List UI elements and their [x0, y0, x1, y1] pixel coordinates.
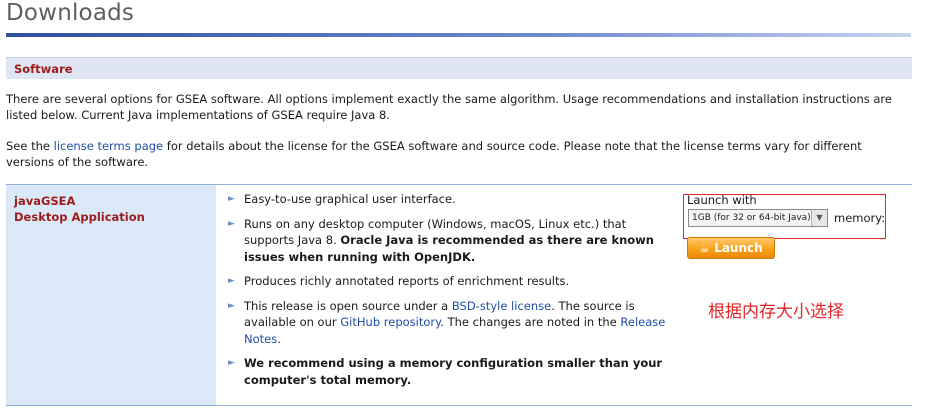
license-paragraph: See the license terms page for details a…	[6, 138, 912, 170]
section-header: Software	[6, 57, 912, 79]
launch-with-label: Launch with	[687, 193, 757, 207]
feature-text: .	[277, 331, 281, 346]
license-terms-link[interactable]: license terms page	[54, 139, 163, 153]
memory-select[interactable]: 1GB (for 32 or 64-bit Java) ▼	[688, 209, 828, 227]
github-repository-link[interactable]: GitHub repository	[340, 315, 440, 329]
chevron-down-icon[interactable]: ▼	[811, 210, 827, 226]
feature-list: ► Easy-to-use graphical user interface. …	[228, 191, 668, 396]
feature-bold-text: We recommend using a memory configuratio…	[244, 356, 663, 387]
launch-button[interactable]: ☕ Launch	[687, 237, 775, 259]
app-name-line2: Desktop Application	[14, 210, 145, 224]
triangle-bullet-icon: ►	[228, 300, 235, 311]
triangle-bullet-icon: ►	[228, 218, 235, 229]
list-item: ► We recommend using a memory configurat…	[228, 355, 668, 388]
intro-paragraph: There are several options for GSEA softw…	[6, 92, 892, 122]
app-name-line1: javaGSEA	[14, 194, 76, 208]
list-item: ► This release is open source under a BS…	[228, 298, 668, 348]
section-heading: Software	[14, 62, 73, 76]
list-item: ► Easy-to-use graphical user interface.	[228, 191, 668, 208]
launch-button-label: Launch	[714, 241, 763, 255]
app-name: javaGSEA Desktop Application	[14, 193, 145, 225]
java-cup-icon: ☕	[699, 242, 710, 255]
page-title: Downloads	[6, 0, 135, 26]
list-item: ► Produces richly annotated reports of e…	[228, 273, 668, 290]
bsd-license-link[interactable]: BSD-style license	[452, 299, 551, 313]
feature-text: This release is open source under a	[244, 298, 452, 313]
triangle-bullet-icon: ►	[228, 276, 235, 286]
title-rule	[6, 33, 911, 37]
license-prefix: See the	[6, 139, 54, 153]
app-cell: javaGSEA Desktop Application	[6, 185, 216, 405]
memory-label: memory:	[834, 211, 886, 225]
feature-text: . The changes are noted in the	[440, 315, 621, 329]
launch-options-highlight: Launch with 1GB (for 32 or 64-bit Java) …	[683, 193, 886, 239]
triangle-bullet-icon: ►	[228, 358, 235, 368]
feature-text: Produces richly annotated reports of enr…	[244, 274, 570, 288]
annotation-text: 根据内存大小选择	[708, 302, 844, 322]
feature-text: Easy-to-use graphical user interface.	[244, 192, 456, 206]
memory-selected-value: 1GB (for 32 or 64-bit Java)	[692, 213, 811, 223]
triangle-bullet-icon: ►	[228, 194, 235, 204]
list-item: ► Runs on any desktop computer (Windows,…	[228, 216, 668, 266]
